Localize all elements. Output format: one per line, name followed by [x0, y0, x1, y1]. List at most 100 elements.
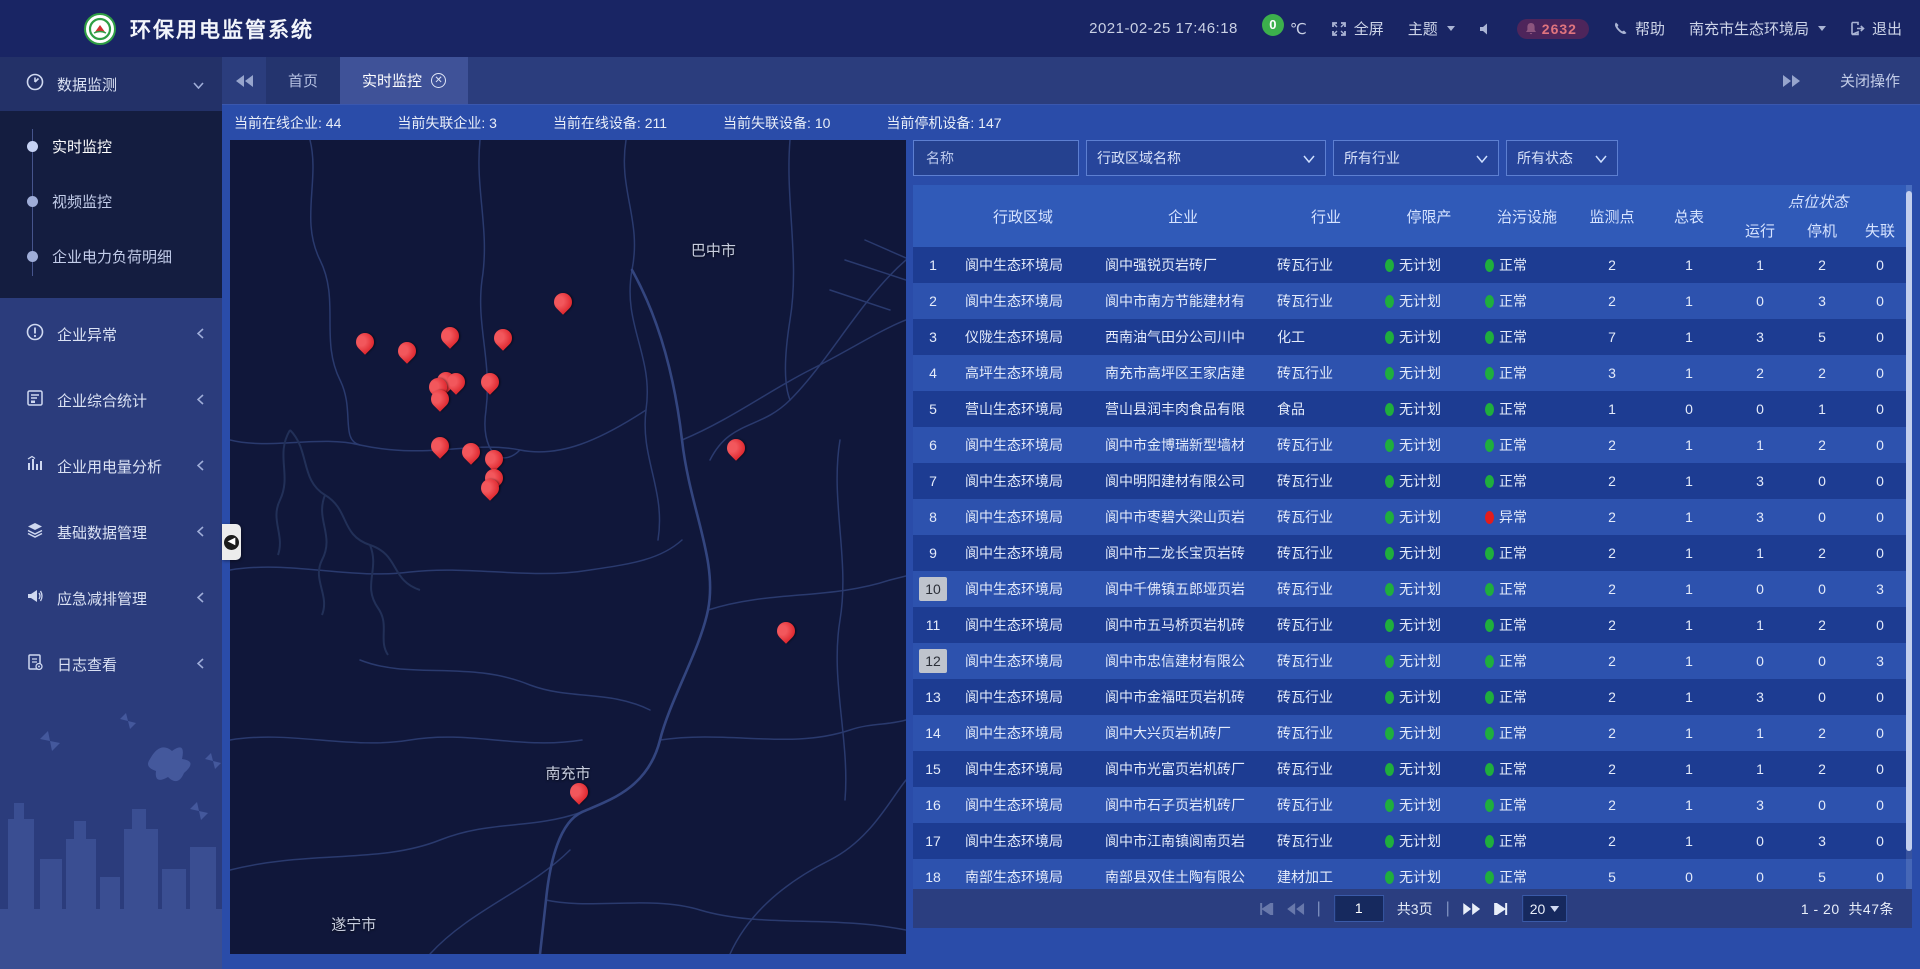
col-stop: 停机 — [1791, 220, 1853, 241]
cell-run-count: 0 — [1729, 833, 1791, 849]
name-filter-input[interactable] — [924, 149, 1068, 167]
prev-page-button[interactable] — [1287, 903, 1304, 915]
status-dot-icon — [1485, 655, 1494, 668]
tab-realtime-monitoring[interactable]: 实时监控 ✕ — [340, 57, 468, 104]
table-row[interactable]: 1阆中生态环境局阆中强锐页岩砖厂砖瓦行业无计划正常21120 — [913, 247, 1912, 283]
tab-strip: 首页 实时监控 ✕ 关闭操作 — [222, 57, 1920, 104]
fullscreen-icon — [1331, 21, 1347, 37]
table-row[interactable]: 13阆中生态环境局阆中市金福旺页岩机砖砖瓦行业无计划正常21300 — [913, 679, 1912, 715]
chart-icon — [26, 455, 44, 477]
page-size-select[interactable]: 20 — [1522, 895, 1568, 922]
cell-production-status: 无计划 — [1379, 687, 1479, 707]
table-row[interactable]: 12阆中生态环境局阆中市忠信建材有限公砖瓦行业无计划正常21003 — [913, 643, 1912, 679]
close-icon[interactable]: ✕ — [431, 73, 446, 88]
table-row[interactable]: 15阆中生态环境局阆中市光富页岩机砖厂砖瓦行业无计划正常21120 — [913, 751, 1912, 787]
table-row[interactable]: 17阆中生态环境局阆中市江南镇阆南页岩砖瓦行业无计划正常21030 — [913, 823, 1912, 859]
cell-company: 阆中强锐页岩砖厂 — [1093, 255, 1273, 275]
cell-facility-status: 正常 — [1479, 651, 1575, 671]
cell-facility-status: 正常 — [1479, 687, 1575, 707]
table-row[interactable]: 2阆中生态环境局阆中市南方节能建材有砖瓦行业无计划正常21030 — [913, 283, 1912, 319]
table-row[interactable]: 8阆中生态环境局阆中市枣碧大梁山页岩砖瓦行业无计划异常21300 — [913, 499, 1912, 535]
close-operations-button[interactable]: 关闭操作 — [1840, 70, 1900, 91]
next-page-button[interactable] — [1463, 903, 1480, 915]
cell-monitor-count: 2 — [1575, 473, 1649, 489]
table-row[interactable]: 18南部生态环境局南部县双佳土陶有限公建材加工无计划正常50050 — [913, 859, 1912, 889]
industry-filter-select[interactable]: 所有行业 — [1333, 140, 1499, 176]
table-row[interactable]: 7阆中生态环境局阆中明阳建材有限公司砖瓦行业无计划正常21300 — [913, 463, 1912, 499]
sidebar-item-base-data[interactable]: 基础数据管理 — [0, 502, 222, 562]
logout-button[interactable]: 退出 — [1850, 18, 1902, 39]
cell-production-status: 无计划 — [1379, 795, 1479, 815]
cell-production-status: 无计划 — [1379, 327, 1479, 347]
enterprise-table-panel: 行政区域名称 所有行业 所有状态 行政区域 企业 行 — [913, 140, 1912, 954]
cell-production-status: 无计划 — [1379, 471, 1479, 491]
map[interactable]: 巴中市南充市遂宁市 — [230, 140, 906, 954]
cell-company: 南部县双佳土陶有限公 — [1093, 867, 1273, 887]
sidebar-item-power-load-detail[interactable]: 企业电力负荷明细 — [0, 229, 222, 284]
sidebar-item-emergency-reduction[interactable]: 应急减排管理 — [0, 568, 222, 628]
table-row[interactable]: 9阆中生态环境局阆中市二龙长宝页岩砖砖瓦行业无计划正常21120 — [913, 535, 1912, 571]
table-row[interactable]: 4高坪生态环境局南充市高坪区王家店建砖瓦行业无计划正常31220 — [913, 355, 1912, 391]
row-index-badge: 4 — [920, 360, 946, 386]
table-row[interactable]: 3仪陇生态环境局西南油气田分公司川中化工无计划正常71350 — [913, 319, 1912, 355]
sidebar-item-video-monitoring[interactable]: 视频监控 — [0, 174, 222, 229]
tabs-scroll-right-button[interactable] — [1770, 75, 1814, 87]
table-row[interactable]: 10阆中生态环境局阆中千佛镇五郎垭页岩砖瓦行业无计划正常21003 — [913, 571, 1912, 607]
row-index: 18 — [913, 864, 953, 889]
sidebar-item-enterprise-abnormal[interactable]: 企业异常 — [0, 304, 222, 364]
status-dot-icon — [1385, 655, 1394, 668]
tabs-scroll-left-button[interactable] — [222, 57, 266, 104]
region-filter-select[interactable]: 行政区域名称 — [1086, 140, 1326, 176]
chevron-left-icon — [197, 590, 204, 607]
status-dot-icon — [1385, 259, 1394, 272]
sidebar-item-realtime-monitoring[interactable]: 实时监控 — [0, 119, 222, 174]
col-industry: 行业 — [1273, 185, 1379, 247]
table-row[interactable]: 5营山生态环境局营山县润丰肉食品有限食品无计划正常10010 — [913, 391, 1912, 427]
fullscreen-button[interactable]: 全屏 — [1331, 18, 1384, 39]
divider: | — [1446, 900, 1450, 918]
help-button[interactable]: 帮助 — [1613, 18, 1665, 39]
sidebar-collapse-button[interactable]: ◀ — [222, 524, 241, 560]
last-page-button[interactable] — [1493, 903, 1509, 915]
table-row[interactable]: 14阆中生态环境局阆中大兴页岩机砖厂砖瓦行业无计划正常21120 — [913, 715, 1912, 751]
sidebar-item-label: 应急减排管理 — [57, 588, 147, 609]
row-index: 10 — [913, 577, 953, 601]
cell-stop-count: 0 — [1791, 653, 1853, 669]
table-row[interactable]: 16阆中生态环境局阆中市石子页岩机砖厂砖瓦行业无计划正常21300 — [913, 787, 1912, 823]
sidebar-item-data-monitoring[interactable]: 数据监测 — [0, 57, 222, 111]
cell-lost-count: 0 — [1853, 869, 1907, 885]
stat-item-0: 当前在线企业: 44 — [234, 113, 341, 133]
cell-facility-status: 正常 — [1479, 831, 1575, 851]
notification-badge[interactable]: 2632 — [1517, 19, 1589, 39]
sidebar-item-enterprise-stats[interactable]: 企业综合统计 — [0, 370, 222, 430]
first-page-button[interactable] — [1258, 903, 1274, 915]
cell-monitor-count: 3 — [1575, 365, 1649, 381]
chevron-down-icon — [1550, 906, 1559, 912]
col-run: 运行 — [1729, 220, 1791, 241]
row-index: 6 — [913, 432, 953, 458]
table-row[interactable]: 11阆中生态环境局阆中市五马桥页岩机砖砖瓦行业无计划正常21120 — [913, 607, 1912, 643]
sound-mute-button[interactable] — [1479, 22, 1493, 36]
col-region: 行政区域 — [953, 185, 1093, 247]
status-dot-icon — [1485, 691, 1494, 704]
cell-region: 阆中生态环境局 — [953, 615, 1093, 635]
table-scrollbar[interactable] — [1906, 185, 1912, 889]
sidebar-item-log-view[interactable]: 日志查看 — [0, 634, 222, 694]
cell-industry: 砖瓦行业 — [1273, 543, 1379, 563]
theme-dropdown[interactable]: 主题 — [1408, 18, 1455, 39]
cell-production-status: 无计划 — [1379, 435, 1479, 455]
status-dot-icon — [1485, 547, 1494, 560]
status-dot-icon — [1485, 439, 1494, 452]
org-dropdown[interactable]: 南充市生态环境局 — [1689, 18, 1826, 39]
page-number-input[interactable]: 1 — [1334, 895, 1384, 922]
table-row[interactable]: 6阆中生态环境局阆中市金博瑞新型墙材砖瓦行业无计划正常21120 — [913, 427, 1912, 463]
sidebar-item-electricity-analysis[interactable]: 企业用电量分析 — [0, 436, 222, 496]
cell-run-count: 3 — [1729, 689, 1791, 705]
divider: | — [1317, 900, 1321, 918]
status-dot-icon — [1485, 763, 1494, 776]
status-dot-icon — [1485, 295, 1494, 308]
sidebar-section-data-monitoring: 数据监测实时监控视频监控企业电力负荷明细 — [0, 57, 222, 298]
tab-home[interactable]: 首页 — [266, 57, 340, 104]
status-filter-select[interactable]: 所有状态 — [1506, 140, 1618, 176]
scrollbar-thumb[interactable] — [1906, 191, 1912, 851]
